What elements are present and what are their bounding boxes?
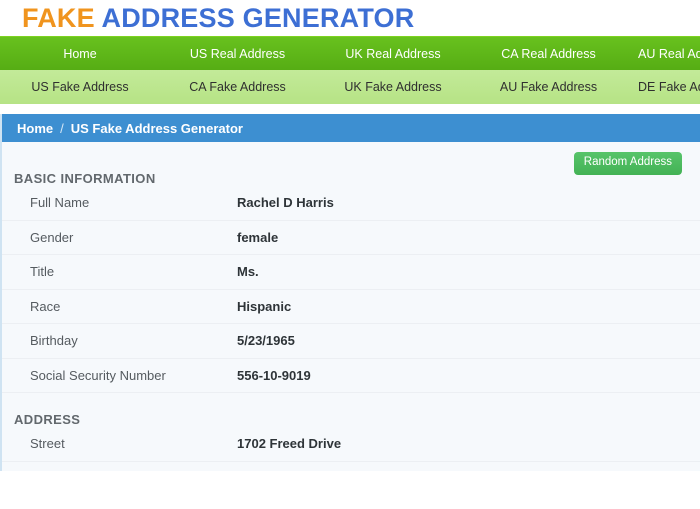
info-row-full-name: Full Name Rachel D Harris <box>2 186 700 221</box>
nav-item-ca-fake-address[interactable]: CA Fake Address <box>160 80 315 94</box>
section-title-address: ADDRESS <box>14 412 81 427</box>
info-row-social-security-number: Social Security Number 556-10-9019 <box>2 359 700 393</box>
info-label-full-name: Full Name <box>30 195 90 211</box>
info-row-street: Street 1702 Freed Drive <box>2 427 700 462</box>
site-header: FAKE ADDRESS GENERATOR <box>0 0 700 36</box>
info-value-social-security-number: 556-10-9019 <box>237 367 311 383</box>
main-content: Random Address BASIC INFORMATION Full Na… <box>0 142 700 471</box>
nav-spacer <box>0 104 700 114</box>
nav-item-de-fake-address[interactable]: DE Fake Address <box>626 80 700 94</box>
info-label-street: Street <box>30 436 65 452</box>
info-label-race: Race <box>30 298 61 314</box>
nav-item-ca-real-address[interactable]: CA Real Address <box>471 47 626 61</box>
page-title: FAKE ADDRESS GENERATOR <box>22 2 415 33</box>
nav-item-home[interactable]: Home <box>0 47 160 61</box>
info-row-city: City Stockton <box>2 462 700 472</box>
nav-item-us-fake-address[interactable]: US Fake Address <box>0 80 160 94</box>
breadcrumb-current-page: US Fake Address Generator <box>70 120 243 136</box>
info-label-social-security-number: Social Security Number <box>30 367 166 383</box>
info-value-birthday: 5/23/1965 <box>237 333 295 349</box>
info-label-title: Title <box>30 264 55 280</box>
secondary-navigation: US Fake Address CA Fake Address UK Fake … <box>0 70 700 104</box>
breadcrumb-home-link[interactable]: Home <box>17 121 53 136</box>
info-row-birthday: Birthday 5/23/1965 <box>2 324 700 359</box>
random-address-button[interactable]: Random Address <box>573 152 682 175</box>
nav-item-au-fake-address[interactable]: AU Fake Address <box>471 80 626 94</box>
info-row-gender: Gender female <box>2 221 700 255</box>
info-value-title: Ms. <box>237 264 259 280</box>
info-row-race: Race Hispanic <box>2 290 700 324</box>
info-label-birthday: Birthday <box>30 333 78 349</box>
info-value-gender: female <box>237 229 279 245</box>
info-label-gender: Gender <box>30 229 74 245</box>
nav-item-uk-real-address[interactable]: UK Real Address <box>315 47 471 61</box>
info-row-title: Title Ms. <box>2 255 700 290</box>
info-value-street: 1702 Freed Drive <box>237 436 342 452</box>
breadcrumb: Home / US Fake Address Generator <box>0 114 700 142</box>
primary-navigation: Home US Real Address UK Real Address CA … <box>0 36 700 70</box>
nav-item-au-real-address[interactable]: AU Real Address <box>626 47 700 61</box>
breadcrumb-separator: / <box>60 120 64 136</box>
page-title-accent: FAKE <box>22 2 95 33</box>
page-title-main: ADDRESS GENERATOR <box>94 2 415 33</box>
info-value-full-name: Rachel D Harris <box>237 195 334 211</box>
nav-item-us-real-address[interactable]: US Real Address <box>160 47 315 61</box>
info-value-race: Hispanic <box>237 298 292 314</box>
nav-item-uk-fake-address[interactable]: UK Fake Address <box>315 80 471 94</box>
